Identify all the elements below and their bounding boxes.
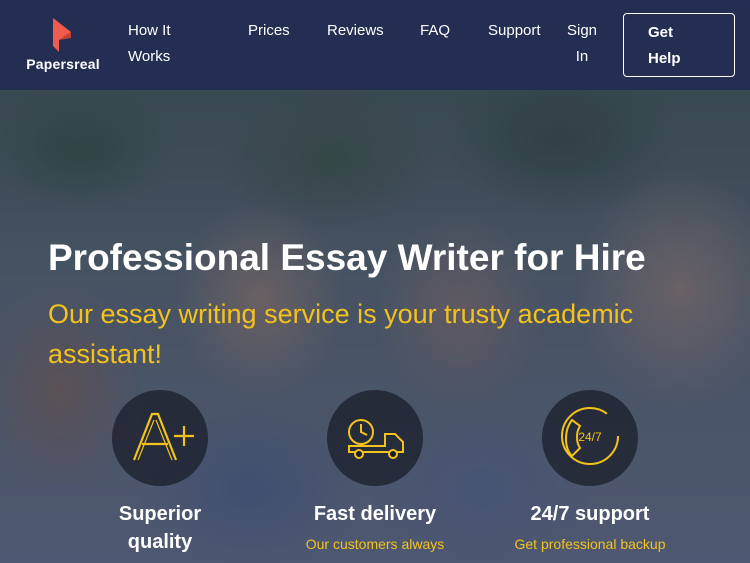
- feature-description: Our customers always: [305, 536, 445, 552]
- a-plus-grade-icon: [112, 390, 208, 486]
- nav-sign-in[interactable]: Sign In: [566, 18, 598, 70]
- top-navigation-bar: Papersreal How It Works Prices Reviews F…: [0, 0, 750, 90]
- brand-logo[interactable]: Papersreal: [20, 18, 106, 74]
- feature-superior-quality: Superior quality: [50, 390, 270, 556]
- get-help-button[interactable]: Get Help: [623, 13, 735, 77]
- hero-title: Professional Essay Writer for Hire: [48, 237, 646, 278]
- feature-24-7-support: 24/7 24/7 support Get professional backu…: [480, 390, 700, 554]
- feature-fast-delivery: Fast delivery Our customers always: [265, 390, 485, 554]
- hero-section: Professional Essay Writer for Hire Our e…: [0, 90, 750, 563]
- feature-description: Get professional backup: [514, 536, 666, 552]
- nav-faq[interactable]: FAQ: [420, 18, 450, 44]
- brand-name: Papersreal: [26, 56, 100, 72]
- nav-how-it-works[interactable]: How It Works: [128, 18, 198, 70]
- nav-support[interactable]: Support: [488, 18, 541, 44]
- nav-reviews[interactable]: Reviews: [327, 18, 384, 44]
- delivery-truck-icon: [327, 390, 423, 486]
- feature-title: Superior quality: [118, 503, 202, 553]
- nav-prices[interactable]: Prices: [248, 18, 290, 44]
- get-help-label: Get Help: [648, 24, 681, 67]
- svg-text:24/7: 24/7: [578, 430, 602, 444]
- feature-title: Fast delivery: [313, 503, 437, 525]
- feature-title: 24/7 support: [530, 503, 650, 525]
- support-24-7-icon: 24/7: [542, 390, 638, 486]
- logo-mark-icon: [53, 18, 71, 52]
- hero-subtitle: Our essay writing service is your trusty…: [48, 299, 634, 369]
